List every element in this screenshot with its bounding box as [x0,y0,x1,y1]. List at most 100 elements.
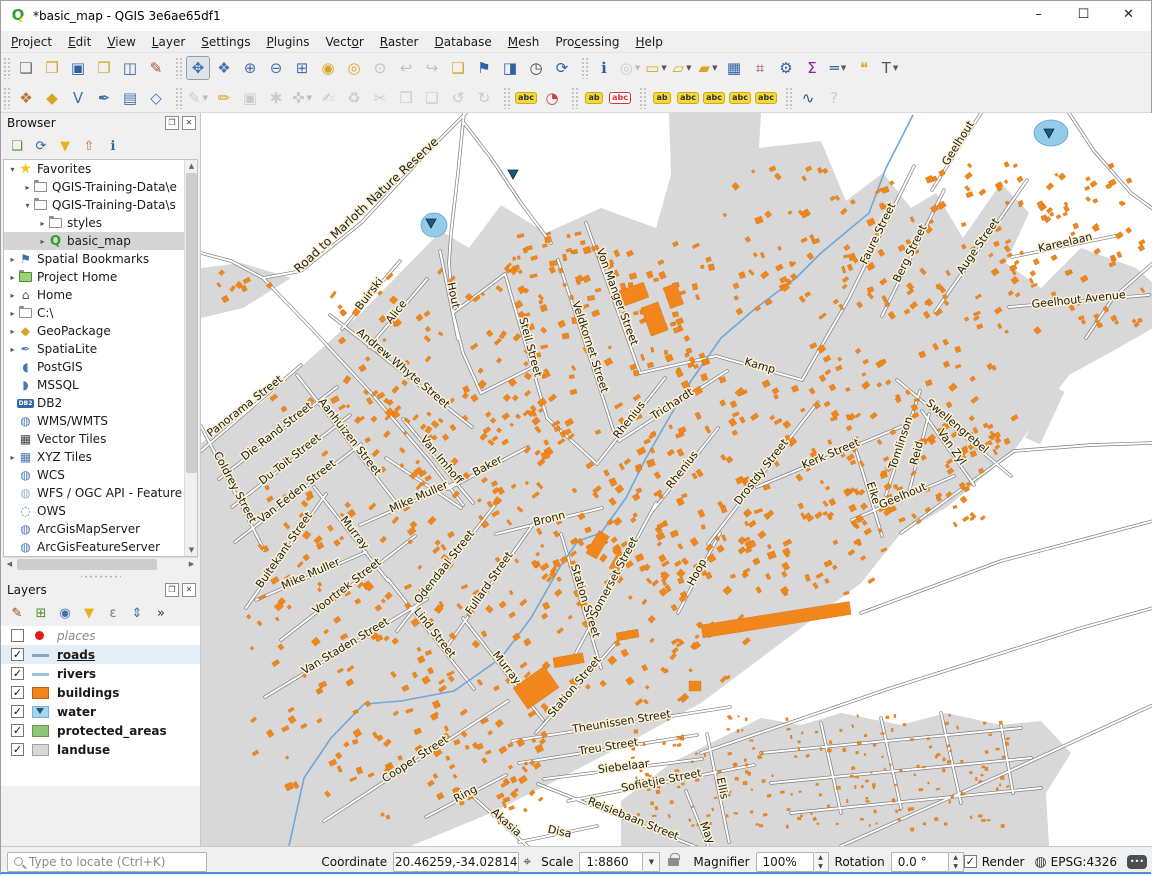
map-canvas[interactable]: Road to Marloth Nature ReserveGeelhoutKa… [201,113,1152,846]
messages-icon[interactable]: ••• [1127,855,1147,869]
show-bookmark-manager-icon[interactable]: ◨ [498,56,522,80]
move-label-icon[interactable]: ab [650,86,674,110]
new-virtual-layer-icon[interactable]: ◇ [144,86,168,110]
show-spatial-bookmarks-icon[interactable]: ⚑ [472,56,496,80]
menu-processing[interactable]: Processing [547,33,627,51]
temporal-controller-icon[interactable]: ◷ [524,56,548,80]
menu-edit[interactable]: Edit [60,33,99,51]
open-layer-styling-icon[interactable]: ✎ [6,602,28,624]
browser-item-geopackage[interactable]: ▸◆GeoPackage [4,322,186,340]
toolbar-handle[interactable] [175,57,183,79]
rotation-spinbox[interactable]: 0.0 ° ▲▼ [891,852,964,872]
minimize-button[interactable]: – [1016,1,1061,31]
layer-item-landuse[interactable]: ✓landuse [1,740,200,759]
menu-mesh[interactable]: Mesh [500,33,548,51]
magnifier-spinbox[interactable]: 100% ▲▼ [756,852,829,872]
browser-close-icon[interactable]: ✕ [182,116,196,130]
layer-visibility-checkbox[interactable]: ✓ [11,686,24,699]
layer-item-rivers[interactable]: ✓rivers [1,664,200,683]
pan-to-selection-icon[interactable]: ❖ [212,56,236,80]
extents-toggle-icon[interactable]: ⌖ [523,854,531,870]
open-data-source-manager-icon[interactable]: ❖ [14,86,38,110]
toolbar-handle[interactable] [581,57,589,79]
tree-expander-icon[interactable]: ▸ [7,345,18,354]
tree-expander-icon[interactable]: ▸ [22,183,33,192]
field-calculator-icon[interactable]: ⌗ [748,56,772,80]
save-project-icon[interactable]: ▣ [66,56,90,80]
browser-item-qgis-training-data-e[interactable]: ▸QGIS-Training-Data\e [4,178,186,196]
toolbar-handle[interactable] [639,87,647,109]
zoom-in-icon[interactable]: ⊕ [238,56,262,80]
layer-visibility-checkbox[interactable] [11,629,24,642]
highlight-pinned-labels-icon[interactable]: abc [608,86,632,110]
browser-item-mssql[interactable]: ◗MSSQL [4,376,186,394]
tree-expander-icon[interactable]: ▸ [7,309,18,318]
menu-project[interactable]: Project [3,33,60,51]
new-spatialite-layer-icon[interactable]: ✒ [92,86,116,110]
browser-item-spatialite[interactable]: ▸✒SpatiaLite [4,340,186,358]
filter-legend-icon[interactable]: ▼ [78,602,100,624]
browser-item-wms-wmts[interactable]: ◍WMS/WMTS [4,412,186,430]
select-by-form-icon[interactable]: ▰▼ [696,56,720,80]
layers-float-icon[interactable]: ❐ [165,583,179,597]
crs-globe-icon[interactable]: ◍ [1034,854,1046,870]
layers-close-icon[interactable]: ✕ [182,583,196,597]
deselect-features-icon[interactable]: ▱▼ [670,56,694,80]
tree-expander-icon[interactable]: ▾ [22,201,33,210]
layer-visibility-checkbox[interactable]: ✓ [11,667,24,680]
layer-visibility-checkbox[interactable]: ✓ [11,648,24,661]
toolbar-handle[interactable] [3,87,11,109]
menu-settings[interactable]: Settings [193,33,258,51]
tree-expander-icon[interactable]: ▸ [7,291,18,300]
browser-item-wcs[interactable]: ◍WCS [4,466,186,484]
menu-help[interactable]: Help [627,33,670,51]
close-button[interactable]: ✕ [1106,1,1151,31]
browser-item-db2[interactable]: DB2DB2 [4,394,186,412]
scroll-up-arrow[interactable]: ▲ [185,160,198,172]
layer-item-protected_areas[interactable]: ✓protected_areas [1,721,200,740]
tree-expander-icon[interactable]: ▸ [7,273,18,282]
scale-combobox[interactable]: 1:8860 ▼ [579,852,660,872]
browser-item-wfs-ogc-api-feature[interactable]: ◍WFS / OGC API - Feature [4,484,186,502]
toggle-editing-icon[interactable]: ✏ [212,86,236,110]
magnifier-spin-arrows[interactable]: ▲▼ [814,852,829,872]
browser-item-project-home[interactable]: ▸Project Home [4,268,186,286]
zoom-to-selection-icon[interactable]: ◉ [316,56,340,80]
tree-expander-icon[interactable]: ▸ [7,327,18,336]
scroll-right-arrow[interactable]: ▶ [185,558,198,570]
text-annotation-icon[interactable]: T▼ [878,56,902,80]
pan-map-icon[interactable]: ✥ [186,56,210,80]
menu-plugins[interactable]: Plugins [259,33,318,51]
tree-expander-icon[interactable]: ▸ [37,219,48,228]
menu-view[interactable]: View [99,33,143,51]
new-print-layout-icon[interactable]: ❒ [92,56,116,80]
lock-scale-icon[interactable] [668,858,679,866]
layer-labeling-icon[interactable]: abc [514,86,538,110]
new-geopackage-layer-icon[interactable]: ◆ [40,86,64,110]
properties-widget-icon[interactable]: ℹ [102,135,124,157]
browser-item-c-[interactable]: ▸C:\ [4,304,186,322]
scale-dropdown-icon[interactable]: ▼ [643,852,660,872]
overflow-icon[interactable]: » [150,602,172,624]
browser-item-styles[interactable]: ▸styles [4,214,186,232]
add-group-icon[interactable]: ⊞ [30,602,52,624]
new-temporary-scratch-layer-icon[interactable]: ▤ [118,86,142,110]
expand-collapse-all-icon[interactable]: ⇕ [126,602,148,624]
filter-browser-icon[interactable]: ▼ [54,135,76,157]
zoom-full-icon[interactable]: ⊞ [290,56,314,80]
filter-by-expression-icon[interactable]: ε [102,602,124,624]
scroll-down-arrow[interactable]: ▼ [185,544,198,556]
open-attribute-table-icon[interactable]: ▦ [722,56,746,80]
measure-line-icon[interactable]: ═▼ [826,56,850,80]
layer-item-places[interactable]: places [1,626,200,645]
browser-item-basic-map[interactable]: ▸Qbasic_map [4,232,186,250]
locate-input[interactable]: Type to locate (Ctrl+K) [7,852,207,872]
browser-item-vector-tiles[interactable]: ▦Vector Tiles [4,430,186,448]
open-project-icon[interactable]: ❐ [40,56,64,80]
toolbar-handle[interactable] [571,87,579,109]
new-project-icon[interactable]: ❏ [14,56,38,80]
toolbar-handle[interactable] [503,87,511,109]
layer-diagram-icon[interactable]: ◔ [540,86,564,110]
pin-labels-icon[interactable]: ab [582,86,606,110]
zoom-to-layer-icon[interactable]: ◎ [342,56,366,80]
